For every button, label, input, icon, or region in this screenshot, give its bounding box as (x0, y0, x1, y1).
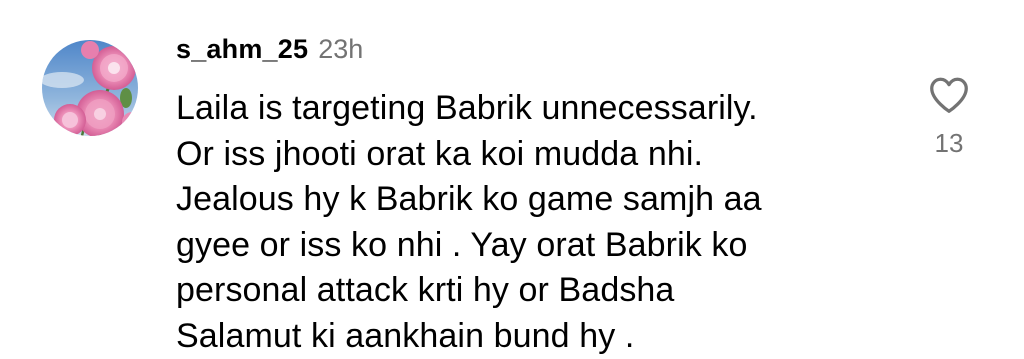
pink-flowers-avatar (42, 40, 138, 136)
comment-text-line: personal attack krti hy or Badsha (176, 268, 896, 314)
comment-header: s_ahm_25 23h (176, 34, 363, 74)
comment: s_ahm_25 23h Laila is targeting Babrik u… (0, 0, 1024, 357)
comment-text: Laila is targeting Babrik unnecessarily.… (176, 86, 896, 359)
comment-text-line: gyee or iss ko nhi . Yay orat Babrik ko (176, 223, 896, 269)
username[interactable]: s_ahm_25 (176, 34, 308, 65)
comment-text-line: Jealous hy k Babrik ko game samjh aa (176, 177, 896, 223)
avatar[interactable] (42, 40, 138, 136)
comment-text-line: Salamut ki aankhain bund hy . (176, 314, 896, 359)
comment-text-line: Laila is targeting Babrik unnecessarily. (176, 86, 896, 132)
like-count[interactable]: 13 (920, 128, 978, 159)
comment-text-line: Or iss jhooti orat ka koi mudda nhi. (176, 132, 896, 178)
like-button[interactable] (926, 72, 972, 118)
heart-outline-icon (926, 72, 972, 118)
timestamp: 23h (318, 34, 363, 65)
